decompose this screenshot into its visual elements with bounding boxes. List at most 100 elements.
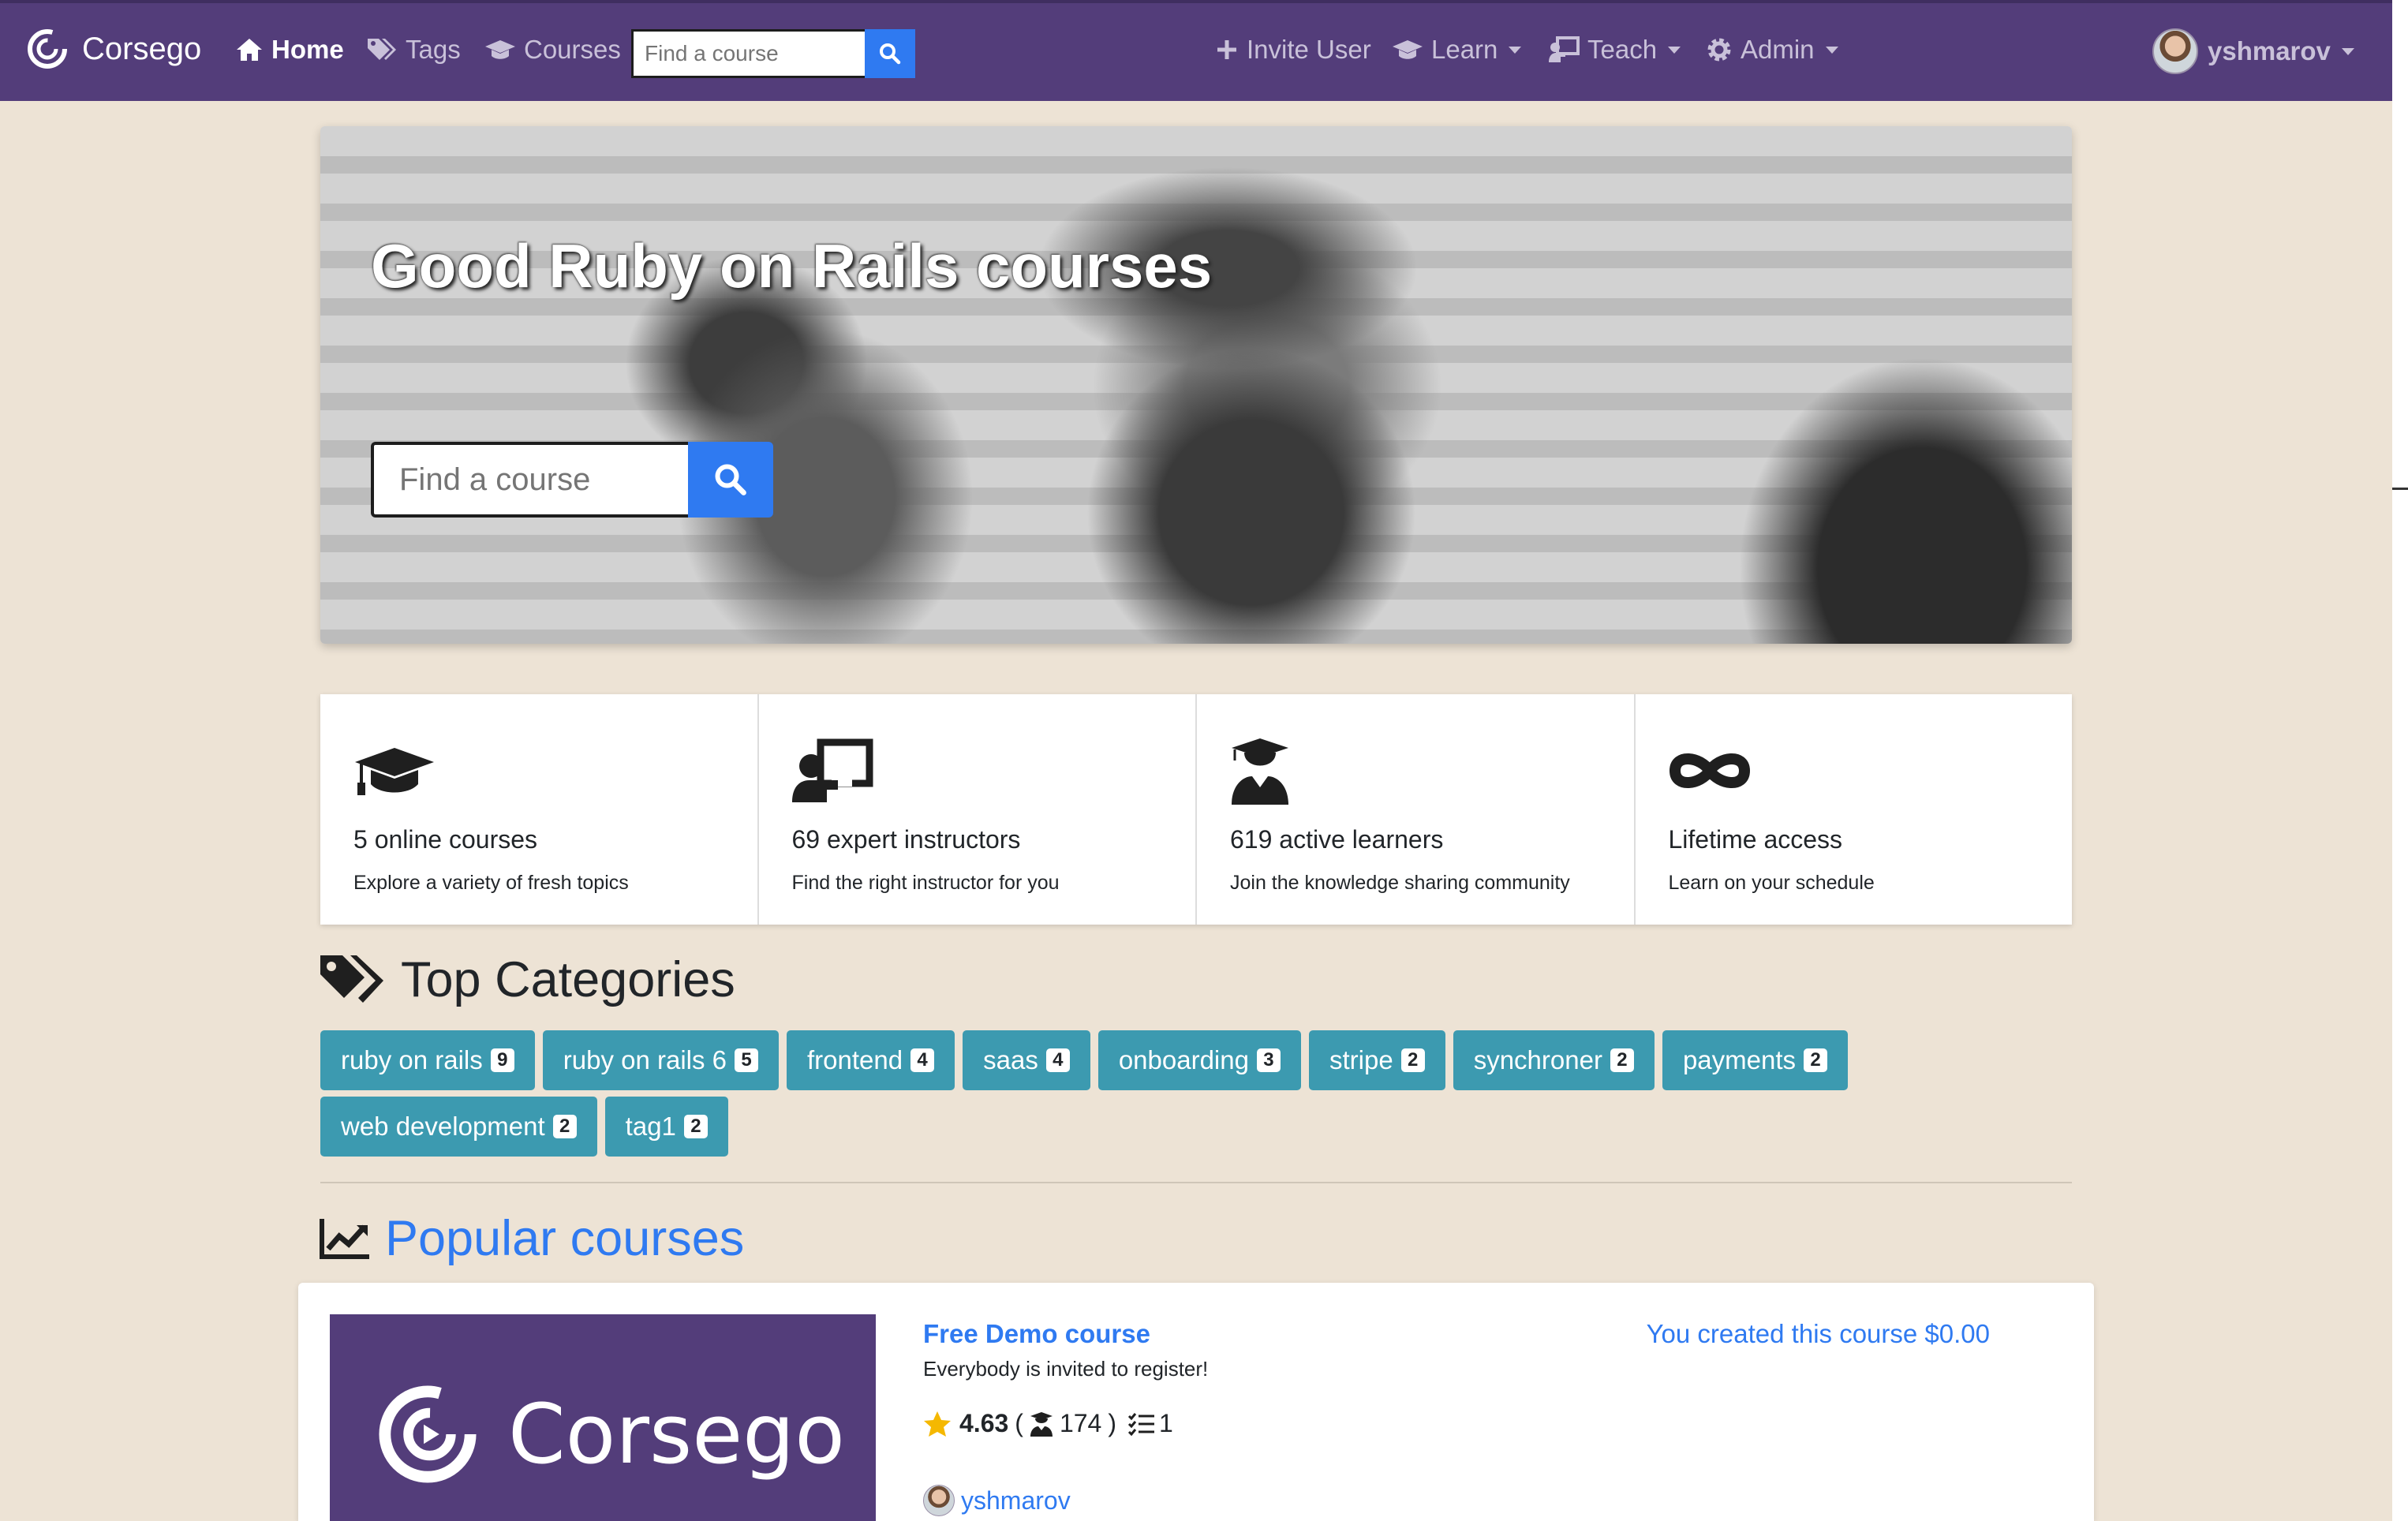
category-tag[interactable]: web development 2 xyxy=(320,1097,597,1157)
graduation-cap-icon xyxy=(355,748,434,795)
nav-courses-label: Courses xyxy=(524,35,621,64)
hero-search-button[interactable] xyxy=(688,442,773,518)
tag-count-badge: 3 xyxy=(1256,1048,1281,1072)
chart-line-icon xyxy=(320,1219,369,1259)
gear-icon xyxy=(1707,38,1731,62)
avatar xyxy=(923,1485,955,1516)
feature-desc: Join the knowledge sharing community xyxy=(1230,872,1570,894)
category-tag[interactable]: payments 2 xyxy=(1662,1030,1849,1090)
category-tag[interactable]: tag1 2 xyxy=(604,1097,728,1157)
tag-count-badge: 2 xyxy=(1610,1048,1634,1072)
tasks-list-icon xyxy=(1127,1412,1154,1436)
nav-invite-user[interactable]: Invite User xyxy=(1215,35,1371,65)
categories-title: Top Categories xyxy=(401,952,735,1007)
nav-search-input[interactable] xyxy=(631,29,865,78)
category-tag[interactable]: ruby on rails 9 xyxy=(320,1030,535,1090)
user-menu-dropdown[interactable]: yshmarov xyxy=(2152,28,2354,74)
nav-tags[interactable]: Tags xyxy=(366,35,461,65)
category-tag[interactable]: onboarding 3 xyxy=(1097,1030,1301,1090)
nav-learn-dropdown[interactable]: Learn xyxy=(1392,35,1522,65)
section-divider xyxy=(320,1182,2072,1183)
feature-title: Lifetime access xyxy=(1668,825,1843,854)
feature-title: 69 expert instructors xyxy=(791,825,1021,854)
feature-card: 69 expert instructors Find the right ins… xyxy=(759,694,1197,925)
graduation-cap-icon xyxy=(485,40,515,59)
category-tag[interactable]: synchroner 2 xyxy=(1453,1030,1655,1090)
infinity-icon xyxy=(1669,753,1750,788)
course-thumbnail[interactable]: Corsego xyxy=(330,1314,876,1521)
course-author-link[interactable]: yshmarov xyxy=(923,1485,1071,1516)
plus-icon xyxy=(1217,40,1236,59)
popular-title: Popular courses xyxy=(385,1211,745,1266)
tags-icon xyxy=(368,39,396,60)
brand-name: Corsego xyxy=(82,31,202,66)
star-icon xyxy=(924,1411,951,1437)
nav-tags-label: Tags xyxy=(406,35,461,64)
nav-home[interactable]: Home xyxy=(235,35,344,65)
tag-count-badge: 5 xyxy=(735,1048,759,1072)
popular-heading[interactable]: Popular courses xyxy=(319,1210,744,1267)
chalkboard-teacher-icon xyxy=(1549,36,1580,62)
nav-learn-label: Learn xyxy=(1431,35,1498,64)
category-tags: ruby on rails 9 ruby on rails 6 5 frontend… xyxy=(320,1030,2080,1163)
nav-admin-label: Admin xyxy=(1741,35,1815,64)
tag-name: frontend xyxy=(807,1045,903,1074)
tag-count-badge: 2 xyxy=(552,1115,577,1138)
tag-name: payments xyxy=(1682,1045,1797,1074)
tag-name: onboarding xyxy=(1118,1045,1249,1074)
feature-desc: Find the right instructor for you xyxy=(791,872,1060,894)
tag-name: tag1 xyxy=(625,1112,676,1141)
course-subtitle: Everybody is invited to register! xyxy=(923,1357,1209,1381)
nav-search-button[interactable] xyxy=(865,29,915,78)
user-graduate-icon xyxy=(1232,738,1288,805)
tag-name: stripe xyxy=(1329,1045,1393,1074)
search-icon xyxy=(715,464,746,495)
username-label: yshmarov xyxy=(2208,36,2331,65)
nav-admin-dropdown[interactable]: Admin xyxy=(1706,35,1838,65)
window-edge xyxy=(2392,0,2408,1521)
hero-search-form xyxy=(371,442,773,518)
hero-search-input[interactable] xyxy=(371,442,688,518)
category-tag[interactable]: frontend 4 xyxy=(787,1030,955,1090)
nav-courses[interactable]: Courses xyxy=(484,35,621,65)
nav-teach-dropdown[interactable]: Teach xyxy=(1548,35,1681,65)
paren-open: ( xyxy=(1015,1409,1023,1437)
hero-title: Good Ruby on Rails courses xyxy=(371,231,1213,301)
tag-count-badge: 2 xyxy=(1804,1048,1828,1072)
chevron-down-icon xyxy=(1668,46,1681,54)
course-learners-count: 174 xyxy=(1059,1409,1102,1437)
nav-home-label: Home xyxy=(271,35,344,64)
course-author-name: yshmarov xyxy=(961,1485,1071,1515)
avatar xyxy=(2152,28,2198,74)
tag-name: ruby on rails xyxy=(341,1045,483,1074)
user-graduate-icon xyxy=(1030,1411,1053,1437)
course-rating: 4.63 xyxy=(959,1409,1009,1437)
nav-search-form xyxy=(631,29,915,78)
feature-desc: Explore a variety of fresh topics xyxy=(353,872,629,894)
chevron-down-icon xyxy=(2341,47,2354,55)
hero-banner: Good Ruby on Rails courses xyxy=(320,126,2072,644)
search-icon xyxy=(880,43,901,65)
scroll-marker xyxy=(2392,488,2408,490)
nav-teach-label: Teach xyxy=(1587,35,1658,64)
category-tag[interactable]: ruby on rails 6 5 xyxy=(542,1030,780,1090)
tag-name: synchroner xyxy=(1473,1045,1602,1074)
features-row: 5 online courses Explore a variety of fr… xyxy=(320,694,2072,925)
corsego-logo-icon xyxy=(379,1385,477,1483)
chalkboard-teacher-icon xyxy=(791,738,873,802)
tag-count-badge: 4 xyxy=(1045,1048,1070,1072)
chevron-down-icon xyxy=(1825,46,1838,54)
tag-count-badge: 4 xyxy=(910,1048,935,1072)
paren-close: ) xyxy=(1108,1409,1116,1437)
chevron-down-icon xyxy=(1509,46,1522,54)
thumbnail-brand: Corsego xyxy=(508,1386,845,1482)
feature-card: 5 online courses Explore a variety of fr… xyxy=(320,694,759,925)
categories-heading: Top Categories xyxy=(319,951,735,1008)
category-tag[interactable]: stripe 2 xyxy=(1308,1030,1445,1090)
top-navbar: Corsego Home Tags Courses Invite User Le… xyxy=(0,0,2392,101)
category-tag[interactable]: saas 4 xyxy=(963,1030,1090,1090)
course-title[interactable]: Free Demo course xyxy=(923,1319,1150,1349)
feature-card: Lifetime access Learn on your schedule xyxy=(1636,694,2073,925)
tag-name: ruby on rails 6 xyxy=(563,1045,727,1074)
brand-link[interactable]: Corsego xyxy=(27,28,201,69)
